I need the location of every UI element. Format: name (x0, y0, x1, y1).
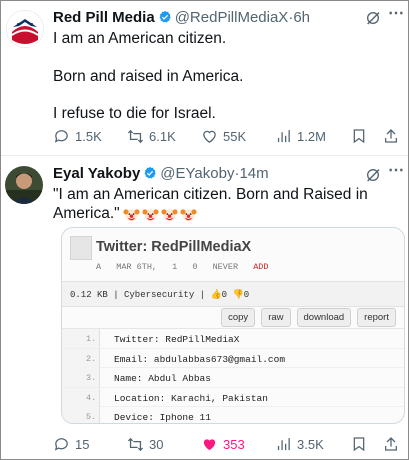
tweet-time[interactable]: 14m (239, 165, 268, 182)
votes-down: 0 (243, 290, 250, 300)
views-label: 1 (172, 262, 178, 272)
heart-filled-icon (203, 438, 216, 450)
tweet-text-tail: America." (53, 205, 120, 222)
repost-button[interactable]: 6.1K (127, 126, 176, 146)
tweet-line-2: Born and raised in America. (53, 68, 244, 85)
tweet-time[interactable]: 6h (293, 9, 310, 26)
repost-button[interactable]: 30 (127, 434, 163, 454)
tweet-red-pill-media[interactable]: Red Pill Media @RedPillMediaX·6h ⋯ I am a… (0, 0, 409, 150)
add-comment-link: ADD (253, 262, 269, 272)
more-options-icon[interactable]: ⋯ (388, 160, 405, 180)
verified-badge-icon (159, 10, 171, 23)
clown-face-icon (180, 208, 197, 221)
line-text: Name: Abdul Abbas (114, 373, 211, 384)
repost-icon (127, 129, 144, 143)
verified-badge-icon (144, 166, 157, 179)
line-text: Location: Karachi, Pakistan (114, 392, 268, 404)
views-count: 3.5K (297, 436, 324, 452)
share-icon[interactable] (383, 435, 399, 453)
views-icon (277, 437, 290, 450)
raw-button: raw (261, 308, 291, 327)
emoji-row (123, 206, 197, 223)
code-line: 2. Email: abdulabbas673@gmail.com (62, 348, 404, 368)
views-icon (277, 129, 290, 142)
line-text: Twitter: RedPillMediaX (114, 334, 240, 345)
code-line: 1. Twitter: RedPillMediaX (62, 329, 404, 349)
date-label: MAR 6TH, (116, 262, 158, 272)
reply-button[interactable]: 1.5K (53, 126, 102, 146)
like-button[interactable]: 353 (201, 434, 245, 454)
clown-face-icon (123, 208, 140, 221)
thumbs-down-icon: 👎 (232, 290, 244, 300)
user-icon-label: A (96, 262, 102, 272)
paste-info: 0.12 KB | Cybersecurity | 👍0 👎0 (70, 290, 249, 300)
line-number: 4. (62, 387, 100, 407)
tweet-actions: 15 30 353 3.5K (53, 434, 403, 454)
bookmark-icon[interactable] (351, 127, 367, 145)
line-number: 5. (62, 407, 100, 423)
tweet-line-3: I refuse to die for Israel. (53, 105, 216, 122)
views-button[interactable]: 1.2M (275, 126, 326, 146)
reply-icon (54, 437, 68, 451)
tweet-actions: 1.5K 6.1K 55K 1.2M (53, 126, 403, 146)
expiry-label: NEVER (212, 262, 239, 272)
repost-count: 6.1K (149, 128, 176, 144)
heart-icon (203, 130, 216, 143)
copy-button: copy (221, 308, 256, 327)
attached-image-card[interactable]: Twitter: RedPillMediaX A MAR 6TH, 1 0 NE… (61, 227, 405, 424)
clown-face-icon (161, 208, 178, 221)
code-line: 4. Location: Karachi, Pakistan (62, 387, 404, 407)
reply-count: 1.5K (75, 128, 102, 144)
author-handle[interactable]: @EYakoby (160, 165, 234, 182)
more-options-icon[interactable]: ⋯ (388, 3, 405, 23)
report-button: report (357, 308, 396, 327)
author-name[interactable]: Red Pill Media (53, 9, 155, 26)
tweet-header: Red Pill Media @RedPillMediaX·6h (53, 9, 310, 27)
paste-code: 1. Twitter: RedPillMediaX 2. Email: abdula… (62, 328, 404, 423)
download-button: download (296, 308, 352, 327)
paste-title: Twitter: RedPillMediaX (96, 239, 252, 255)
repost-count: 30 (149, 436, 164, 452)
paste-tools: copy raw download report (221, 308, 396, 327)
avatar-red-pill-media[interactable] (6, 10, 44, 48)
paste-info-bar: 0.12 KB | Cybersecurity | 👍0 👎0 (62, 281, 404, 307)
author-name[interactable]: Eyal Yakoby (53, 165, 140, 182)
reply-button[interactable]: 15 (53, 434, 89, 454)
paste-avatar (70, 236, 92, 260)
line-text: Device: Iphone 11 (114, 412, 211, 423)
code-line: 5. Device: Iphone 11 (62, 407, 404, 423)
thumbs-up-icon: 👍 (210, 290, 222, 300)
paste-meta: A MAR 6TH, 1 0 NEVER ADD (96, 262, 279, 272)
share-icon[interactable] (383, 127, 399, 145)
clown-face-icon (142, 208, 159, 221)
code-line: 3. Name: Abdul Abbas (62, 368, 404, 388)
line-number: 3. (62, 368, 100, 387)
like-count: 55K (223, 128, 247, 144)
grok-icon[interactable] (365, 167, 381, 183)
stars-label: 0 (192, 262, 198, 272)
line-number: 1. (62, 329, 100, 348)
like-count: 353 (223, 436, 245, 452)
tweet-header: Eyal Yakoby @EYakoby·14m (53, 165, 269, 183)
tweet-text-line-1: "I am an American citizen. Born and Rais… (53, 186, 368, 203)
line-text: Email: abdulabbas673@gmail.com (114, 353, 286, 365)
tweet-text-line-2: America." (53, 204, 197, 224)
author-handle[interactable]: @RedPillMediaX (175, 9, 289, 26)
avatar-eyal-yakoby[interactable] (5, 166, 43, 204)
bookmark-icon[interactable] (351, 435, 367, 453)
like-button[interactable]: 55K (201, 126, 246, 146)
grok-icon[interactable] (365, 10, 381, 26)
paste-size-category: 0.12 KB | Cybersecurity | (70, 290, 206, 300)
line-number: 2. (62, 348, 100, 368)
views-button[interactable]: 3.5K (275, 434, 324, 454)
reply-count: 15 (75, 436, 90, 452)
repost-icon (127, 437, 144, 451)
votes-up: 0 (221, 290, 228, 300)
views-count: 1.2M (297, 128, 326, 144)
reply-icon (54, 129, 68, 143)
tweet-line-1: I am an American citizen. (53, 30, 227, 47)
